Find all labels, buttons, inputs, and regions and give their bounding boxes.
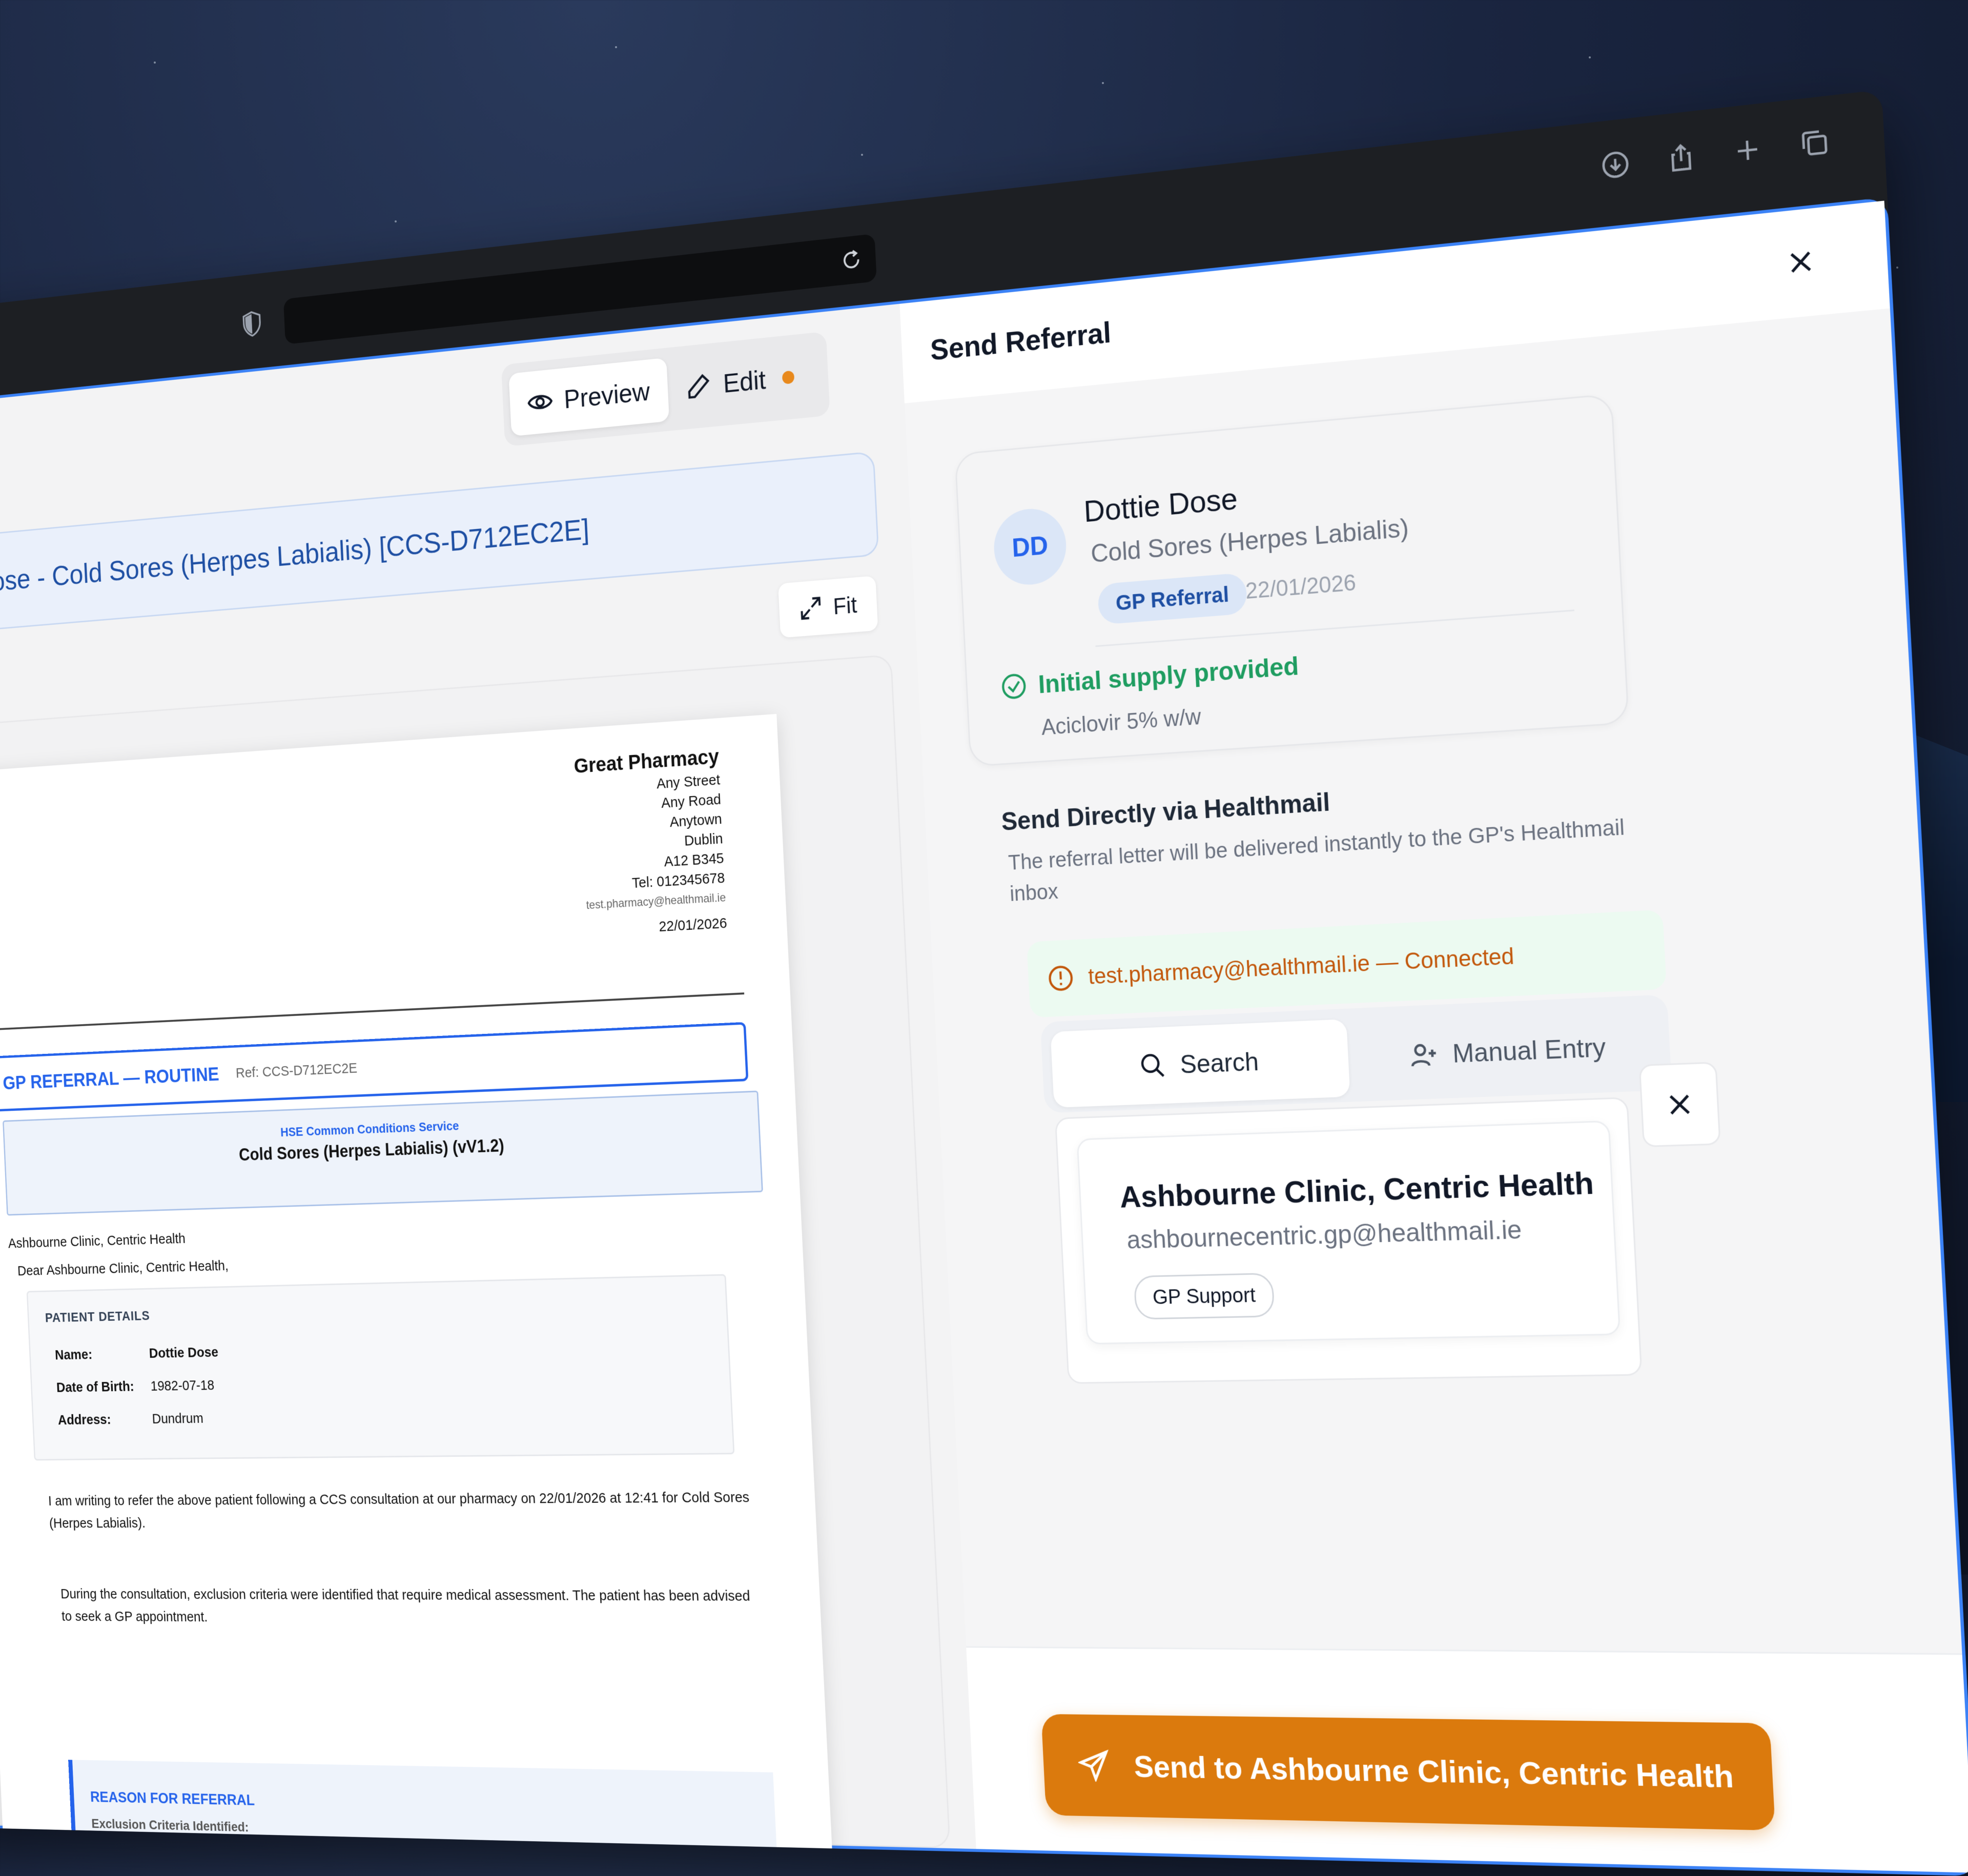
eye-icon — [527, 388, 553, 417]
name-label: Name: — [54, 1347, 93, 1363]
close-icon[interactable] — [1785, 246, 1816, 278]
tab-search[interactable]: Search — [1050, 1019, 1350, 1108]
panel-footer: Send to Ashbourne Clinic, Centric Health — [966, 1646, 1968, 1873]
exclusion-title: Exclusion Criteria Identified: — [91, 1816, 249, 1834]
reload-icon[interactable] — [840, 248, 862, 272]
recipient-name: Ashbourne Clinic, Centric Health — [1119, 1165, 1595, 1214]
supply-item: Aciclovir 5% w/w — [1040, 704, 1202, 740]
service-box: HSE Common Conditions Service Cold Sores… — [3, 1090, 763, 1216]
document-canvas[interactable]: Great Pharmacy Any Street Any Road Anyto… — [0, 654, 951, 1876]
recipient-tag: GP Support — [1133, 1272, 1275, 1320]
browser-window: Preview Edit ottie Dose - Cold Sores (He… — [0, 89, 1968, 1876]
preview-pane: Preview Edit ottie Dose - Cold Sores (He… — [0, 303, 978, 1876]
address-value: Dundrum — [152, 1410, 204, 1427]
header-rule — [0, 992, 745, 1031]
letter-date: 22/01/2026 — [658, 915, 728, 935]
reason-box: REASON FOR REFERRAL Exclusion Criteria I… — [68, 1760, 782, 1876]
browser-actions — [1601, 127, 1830, 180]
browser-stage: Preview Edit ottie Dose - Cold Sores (He… — [0, 89, 1968, 1876]
patient-details: PATIENT DETAILS Name: Dottie Dose Date o… — [26, 1274, 735, 1461]
exclusion-item-text: Signs of secondary infection e.g. very p… — [108, 1844, 448, 1869]
edit-tab-label: Edit — [722, 364, 767, 399]
dob-label: Date of Birth: — [56, 1378, 135, 1396]
user-plus-icon — [1409, 1039, 1439, 1070]
patient-details-title: PATIENT DETAILS — [45, 1308, 150, 1325]
send-button[interactable]: Send to Ashbourne Clinic, Centric Health — [1041, 1714, 1776, 1831]
send-referral-panel: Send Referral DD Dottie Dose Cold Sores … — [899, 200, 1968, 1873]
healthmail-status-text: test.pharmacy@healthmail.ie — Connected — [1088, 943, 1515, 989]
referral-badge: GP Referral — [1097, 572, 1248, 625]
pencil-icon — [685, 371, 712, 401]
reason-title: REASON FOR REFERRAL — [90, 1788, 255, 1809]
share-icon[interactable] — [1666, 141, 1696, 173]
selected-recipient-card[interactable]: Ashbourne Clinic, Centric Health ashbour… — [1076, 1120, 1621, 1345]
close-icon — [1664, 1089, 1695, 1120]
document-title: ottie Dose - Cold Sores (Herpes Labialis… — [0, 451, 879, 638]
referral-ref: Ref: CCS-D712EC2E — [235, 1060, 358, 1082]
recipient-email: ashbournecentric.gp@healthmail.ie — [1126, 1215, 1523, 1254]
address-row: Address: Dundrum — [57, 1411, 203, 1429]
avatar: DD — [992, 506, 1068, 588]
referral-title: GP REFERRAL — ROUTINE — [2, 1064, 220, 1094]
app-frame: Preview Edit ottie Dose - Cold Sores (He… — [0, 197, 1968, 1876]
referral-date: 22/01/2026 — [1244, 569, 1357, 604]
supply-status: Initial supply provided — [1000, 651, 1300, 702]
healthmail-title: Send Directly via Healthmail — [1000, 787, 1331, 836]
shield-icon[interactable] — [242, 310, 262, 338]
tabs-icon[interactable] — [1799, 127, 1830, 159]
search-icon — [1138, 1051, 1167, 1080]
salutation: Dear Ashbourne Clinic, Centric Health, — [17, 1257, 229, 1279]
plus-icon[interactable] — [1732, 134, 1763, 166]
dob-row: Date of Birth: 1982-07-18 — [56, 1377, 214, 1396]
clear-selection-button[interactable] — [1638, 1062, 1721, 1148]
patient-name: Dottie Dose — [1083, 481, 1239, 529]
edit-tab[interactable]: Edit — [666, 343, 814, 421]
view-toggle: Preview Edit — [501, 331, 830, 447]
referral-letter: Great Pharmacy Any Street Any Road Anyto… — [0, 713, 837, 1876]
panel-body: DD Dottie Dose Cold Sores (Herpes Labial… — [904, 308, 1968, 1873]
search-results: Ashbourne Clinic, Centric Health ashbour… — [1054, 1097, 1643, 1384]
check-circle-icon — [1000, 672, 1028, 701]
tab-search-label: Search — [1179, 1047, 1260, 1079]
fit-button[interactable]: Fit — [778, 576, 878, 638]
tab-manual-label: Manual Entry — [1451, 1032, 1607, 1069]
letter-paragraph-1: I am writing to refer the above patient … — [48, 1489, 750, 1531]
expand-icon — [798, 595, 824, 622]
recipient: Ashbourne Clinic, Centric Health — [8, 1231, 186, 1252]
tab-manual-entry[interactable]: Manual Entry — [1357, 1006, 1662, 1096]
preview-tab-label: Preview — [563, 376, 651, 415]
pharmacy-header: Great Pharmacy Any Street Any Road Anyto… — [573, 743, 728, 941]
letter-paragraph-2: During the consultation, exclusion crite… — [60, 1586, 751, 1625]
patient-card: DD Dottie Dose Cold Sores (Herpes Labial… — [954, 393, 1630, 767]
address-label: Address: — [57, 1412, 112, 1428]
panel-title: Send Referral — [929, 316, 1112, 367]
send-button-label: Send to Ashbourne Clinic, Centric Health — [1133, 1749, 1735, 1795]
alert-circle-icon — [1047, 964, 1074, 993]
name-value: Dottie Dose — [149, 1344, 219, 1361]
download-icon[interactable] — [1601, 149, 1630, 181]
patient-name-row: Name: Dottie Dose — [55, 1344, 219, 1363]
dob-value: 1982-07-18 — [150, 1377, 215, 1394]
send-icon — [1078, 1749, 1111, 1782]
document-title-text: ottie Dose - Cold Sores (Herpes Labialis… — [0, 512, 590, 603]
preview-tab[interactable]: Preview — [508, 357, 670, 437]
unsaved-dot — [782, 370, 795, 384]
exclusion-item: • Signs of secondary infection e.g. very… — [100, 1844, 448, 1869]
supply-status-text: Initial supply provided — [1037, 651, 1300, 699]
fit-label: Fit — [832, 592, 858, 620]
